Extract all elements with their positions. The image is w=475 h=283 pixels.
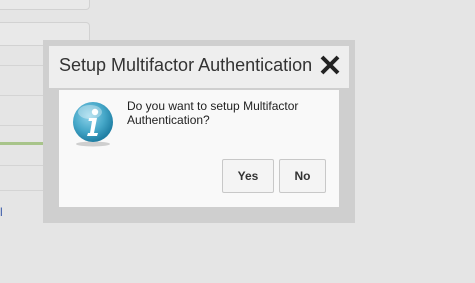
mfa-setup-dialog: Setup Multifactor Authentication Do you … <box>43 40 355 223</box>
background-link[interactable]: l <box>0 205 3 219</box>
no-button[interactable]: No <box>279 159 326 193</box>
dialog-title: Setup Multifactor Authentication <box>59 55 313 75</box>
close-icon <box>320 55 340 75</box>
close-button[interactable] <box>315 50 345 80</box>
yes-button[interactable]: Yes <box>222 159 274 193</box>
dialog-header: Setup Multifactor Authentication <box>49 46 349 88</box>
info-icon <box>73 102 113 147</box>
dialog-message: Do you want to setup Multifactor Authent… <box>127 99 299 127</box>
background-card <box>0 0 90 10</box>
dialog-body: Do you want to setup Multifactor Authent… <box>59 90 339 207</box>
